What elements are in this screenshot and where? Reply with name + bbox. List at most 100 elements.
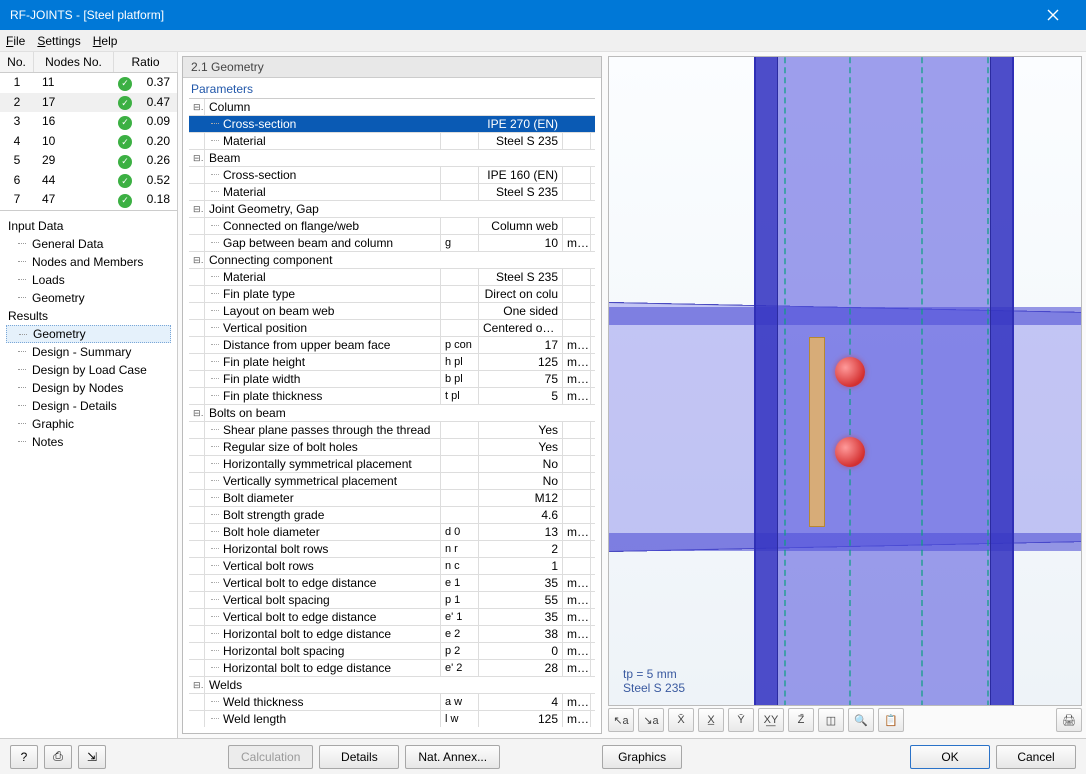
bolt-icon [835,437,865,467]
tree-item[interactable]: Design - Details [6,397,171,415]
tree-item[interactable]: Geometry [6,325,171,343]
view-tool-button[interactable]: 🖨 [1056,708,1082,732]
ok-icon: ✓ [118,96,132,110]
param-row[interactable]: Fin plate width b pl 75 mm [189,371,595,388]
menu-settings[interactable]: Settings [37,34,80,48]
param-row[interactable]: Horizontal bolt to edge distance e' 2 28… [189,660,595,677]
collapse-icon[interactable]: ⊟ [189,99,205,115]
cancel-button[interactable]: Cancel [996,745,1076,769]
param-group[interactable]: ⊟Connecting component [189,252,595,269]
collapse-icon[interactable]: ⊟ [189,252,205,268]
table-row[interactable]: 3 16 ✓ 0.09 [0,112,177,132]
table-row[interactable]: 1 11 ✓ 0.37 [0,73,177,93]
param-row[interactable]: Gap between beam and column g 10 mm [189,235,595,252]
param-group[interactable]: ⊟Welds [189,677,595,694]
view-tool-button[interactable]: Ȳ [728,708,754,732]
col-no[interactable]: No. [0,52,34,72]
param-group[interactable]: ⊟Bolts on beam [189,405,595,422]
param-row[interactable]: Fin plate height h pl 125 mm [189,354,595,371]
view-tool-button[interactable]: X͟Y [758,708,784,732]
view-tool-button[interactable]: 🔍 [848,708,874,732]
panel-title: 2.1 Geometry [183,57,601,78]
view-tool-button[interactable]: Z̄ [788,708,814,732]
collapse-icon[interactable]: ⊟ [189,677,205,693]
param-row[interactable]: Bolt diameter M12 [189,490,595,507]
tree-item[interactable]: Notes [6,433,171,451]
param-row[interactable]: Layout on beam web One sided [189,303,595,320]
param-row[interactable]: Horizontally symmetrical placement No [189,456,595,473]
nat-annex-button[interactable]: Nat. Annex... [405,745,500,769]
param-row[interactable]: Vertically symmetrical placement No [189,473,595,490]
param-row[interactable]: Vertical bolt rows n c 1 [189,558,595,575]
param-row[interactable]: Vertical bolt to edge distance e' 1 35 m… [189,609,595,626]
view-tool-button[interactable]: X̲ [698,708,724,732]
tree-item[interactable]: Loads [6,271,171,289]
bottom-bar: ? ⎙ ⇲ Calculation Details Nat. Annex... … [0,738,1086,774]
param-row[interactable]: Horizontal bolt to edge distance e 2 38 … [189,626,595,643]
param-group[interactable]: ⊟Joint Geometry, Gap [189,201,595,218]
close-icon[interactable] [1030,0,1076,30]
param-group[interactable]: ⊟Column [189,99,595,116]
param-row[interactable]: Material Steel S 235 [189,184,595,201]
help-icon[interactable]: ? [10,745,38,769]
view-tool-button[interactable]: 📋 [878,708,904,732]
param-row[interactable]: Distance from upper beam face p con 17 m… [189,337,595,354]
table-row[interactable]: 4 10 ✓ 0.20 [0,132,177,152]
menu-file[interactable]: File [6,34,25,48]
ok-button[interactable]: OK [910,745,990,769]
collapse-icon[interactable]: ⊟ [189,150,205,166]
param-row[interactable]: Fin plate thickness t pl 5 mm [189,388,595,405]
param-row[interactable]: Vertical bolt to edge distance e 1 35 mm [189,575,595,592]
tree-input-data[interactable]: Input Data [6,217,171,235]
tree-item[interactable]: Design by Nodes [6,379,171,397]
collapse-icon[interactable]: ⊟ [189,405,205,421]
table-row[interactable]: 6 44 ✓ 0.52 [0,171,177,191]
param-row[interactable]: Material Steel S 235 [189,133,595,150]
param-row[interactable]: Weld thickness a w 4 mm [189,694,595,711]
menu-help[interactable]: Help [93,34,118,48]
tree-item[interactable]: Nodes and Members [6,253,171,271]
import-icon[interactable]: ⇲ [78,745,106,769]
export-icon[interactable]: ⎙ [44,745,72,769]
param-row[interactable]: Fin plate type Direct on colu [189,286,595,303]
param-row[interactable]: Cross-section IPE 160 (EN) [189,167,595,184]
param-row[interactable]: Horizontal bolt spacing p 2 0 mm [189,643,595,660]
param-row[interactable]: Material Steel S 235 [189,269,595,286]
param-row[interactable]: Vertical bolt spacing p 1 55 mm [189,592,595,609]
view-toolbar: ↖a↘aX̄X̲ȲX͟YZ̄◫🔍📋 🖨 [608,706,1082,734]
param-row[interactable]: Bolt hole diameter d 0 13 mm [189,524,595,541]
param-row[interactable]: Vertical position Centered on b [189,320,595,337]
tree-item[interactable]: General Data [6,235,171,253]
tree-item[interactable]: Graphic [6,415,171,433]
param-row[interactable]: Weld length l w 125 mm [189,711,595,727]
view-tool-button[interactable]: ↖a [608,708,634,732]
view-tool-button[interactable]: ↘a [638,708,664,732]
table-row[interactable]: 7 47 ✓ 0.18 [0,190,177,210]
calculation-button[interactable]: Calculation [228,745,313,769]
nodes-table: No. Nodes No. Ratio 1 11 ✓ 0.372 17 ✓ 0.… [0,52,177,211]
tree-item[interactable]: Geometry [6,289,171,307]
table-row[interactable]: 2 17 ✓ 0.47 [0,93,177,113]
param-row[interactable]: Connected on flange/web Column web [189,218,595,235]
parameters-header: Parameters [183,78,601,98]
param-row[interactable]: Cross-section IPE 270 (EN) [189,116,595,133]
menu-bar: File Settings Help [0,30,1086,52]
parameter-grid[interactable]: ⊟Column Cross-section IPE 270 (EN) Mater… [189,99,595,727]
tree-item[interactable]: Design - Summary [6,343,171,361]
view-tool-button[interactable]: ◫ [818,708,844,732]
view-tool-button[interactable]: X̄ [668,708,694,732]
table-row[interactable]: 5 29 ✓ 0.26 [0,151,177,171]
collapse-icon[interactable]: ⊟ [189,201,205,217]
param-row[interactable]: Bolt strength grade 4.6 [189,507,595,524]
param-group[interactable]: ⊟Beam [189,150,595,167]
col-ratio[interactable]: Ratio [114,52,178,72]
param-row[interactable]: Horizontal bolt rows n r 2 [189,541,595,558]
tree-item[interactable]: Design by Load Case [6,361,171,379]
details-button[interactable]: Details [319,745,399,769]
param-row[interactable]: Regular size of bolt holes Yes [189,439,595,456]
param-row[interactable]: Shear plane passes through the thread Ye… [189,422,595,439]
tree-results[interactable]: Results [6,307,171,325]
graphics-button[interactable]: Graphics [602,745,682,769]
col-nodes[interactable]: Nodes No. [34,52,114,72]
3d-viewport[interactable]: tp = 5 mm Steel S 235 [608,56,1082,706]
